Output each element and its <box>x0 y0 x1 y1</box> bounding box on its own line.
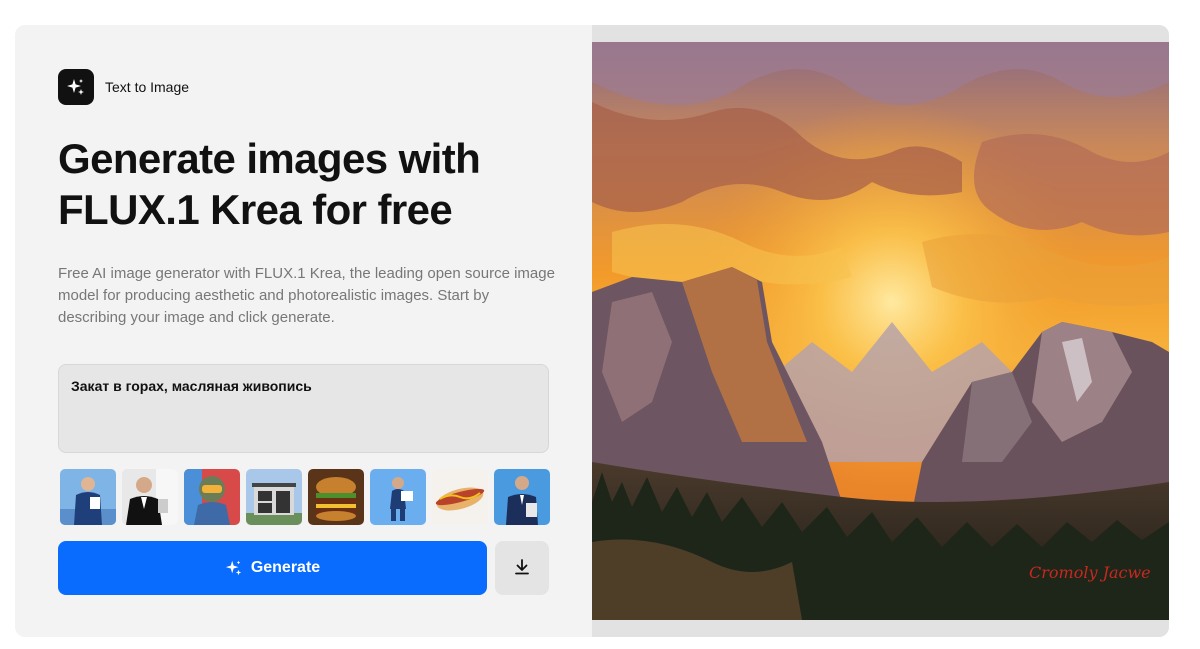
example-thumb-suit-tablet[interactable] <box>494 469 550 525</box>
mode-label: Text to Image <box>105 79 190 95</box>
sparkle-icon <box>225 559 243 577</box>
example-thumb-house[interactable] <box>246 469 302 525</box>
generated-image: Cromoly Jacwe <box>592 42 1169 620</box>
example-thumb-pilot[interactable] <box>184 469 240 525</box>
page-description: Free AI image generator with FLUX.1 Krea… <box>58 265 555 326</box>
example-thumb-businessman[interactable] <box>60 469 116 525</box>
page-title: Generate images with FLUX.1 Krea for fre… <box>58 135 481 233</box>
main-card: Text to Image Generate images with FLUX.… <box>15 25 1169 637</box>
example-thumb-burger[interactable] <box>308 469 364 525</box>
mode-badge: Text to Image <box>58 69 189 105</box>
left-panel: Text to Image Generate images with FLUX.… <box>15 25 592 637</box>
example-thumbnails <box>60 469 550 525</box>
download-icon <box>514 558 530 578</box>
download-button[interactable] <box>495 541 549 595</box>
sparkle-icon <box>58 69 94 105</box>
generate-label: Generate <box>250 559 321 576</box>
painting-signature: Cromoly Jacwe <box>1029 563 1151 582</box>
generate-button[interactable]: Generate <box>58 541 487 595</box>
example-thumb-delivery[interactable] <box>370 469 426 525</box>
example-thumb-hotdog[interactable] <box>432 469 488 525</box>
prompt-input[interactable]: Закат в горах, масляная живопись <box>58 364 549 453</box>
example-thumb-tuxedo[interactable] <box>122 469 178 525</box>
preview-panel: Cromoly Jacwe <box>592 25 1169 637</box>
